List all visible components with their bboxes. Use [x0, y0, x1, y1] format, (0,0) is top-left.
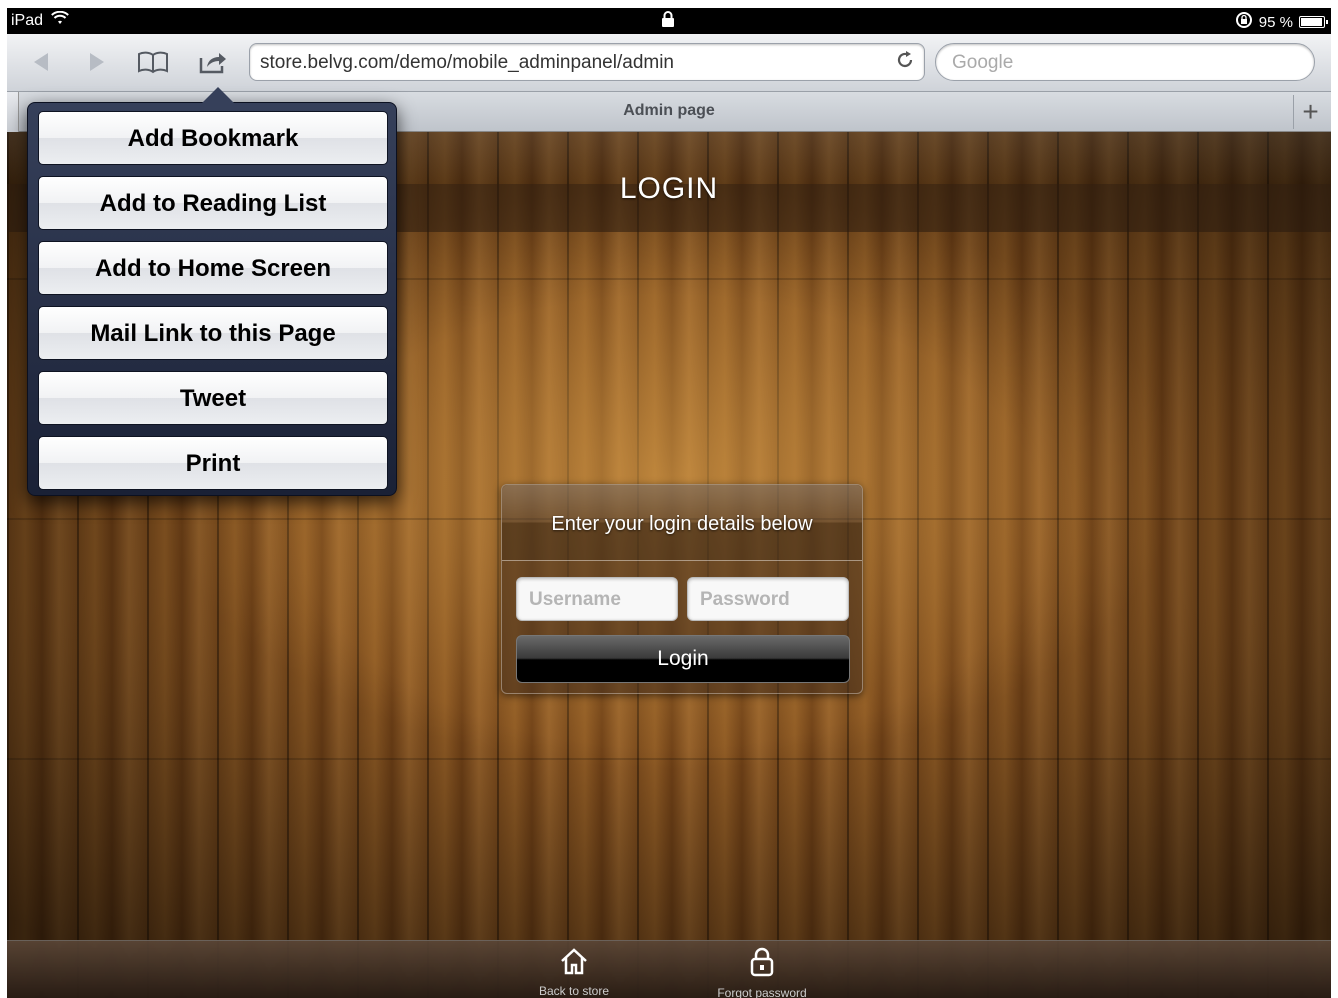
bottom-nav: Back to store Forgot password	[7, 940, 1331, 998]
url-text: store.belvg.com/demo/mobile_adminpanel/a…	[260, 52, 675, 73]
forgot-password-label: Forgot password	[717, 986, 807, 998]
share-icon[interactable]	[197, 46, 229, 78]
wifi-icon	[51, 10, 69, 30]
share-menu-popover: Add Bookmark Add to Reading List Add to …	[27, 87, 397, 496]
search-placeholder: Google	[952, 52, 1014, 73]
battery-icon	[1299, 16, 1328, 28]
username-input[interactable]: Username	[516, 577, 678, 621]
tweet-button[interactable]: Tweet	[38, 371, 388, 425]
mail-link-button[interactable]: Mail Link to this Page	[38, 306, 388, 360]
url-bar[interactable]: store.belvg.com/demo/mobile_adminpanel/a…	[249, 43, 925, 81]
battery-percent: 95 %	[1258, 13, 1293, 31]
rotation-lock-icon	[1235, 11, 1253, 33]
ipad-screen: iPad 95 % store.belvg.com/demo/mobile_ad…	[7, 8, 1331, 998]
forgot-password-button[interactable]: Forgot password	[707, 947, 817, 998]
back-to-store-label: Back to store	[538, 984, 610, 998]
popover-arrow	[200, 87, 236, 105]
status-bar: iPad 95 %	[7, 8, 1331, 34]
search-field[interactable]: Google	[935, 43, 1315, 81]
reload-icon[interactable]	[894, 49, 916, 77]
password-placeholder: Password	[700, 589, 790, 610]
username-placeholder: Username	[529, 589, 621, 610]
device-label: iPad	[11, 11, 44, 29]
add-to-home-screen-button[interactable]: Add to Home Screen	[38, 241, 388, 295]
print-button[interactable]: Print	[38, 436, 388, 490]
lock-icon	[707, 947, 817, 984]
add-bookmark-button[interactable]: Add Bookmark	[38, 111, 388, 165]
battery-fill	[1301, 18, 1322, 26]
password-input[interactable]: Password	[687, 577, 849, 621]
login-button[interactable]: Login	[516, 635, 850, 683]
book-icon[interactable]	[137, 46, 169, 78]
login-box: Enter your login details below Username …	[501, 484, 863, 694]
home-icon	[519, 947, 629, 982]
back-arrow-icon[interactable]	[25, 46, 57, 78]
login-prompt: Enter your login details below	[551, 513, 813, 535]
forward-arrow-icon[interactable]	[81, 46, 113, 78]
new-tab-plus-icon[interactable]: +	[1293, 95, 1327, 129]
browser-toolbar: store.belvg.com/demo/mobile_adminpanel/a…	[7, 34, 1331, 92]
back-to-store-button[interactable]: Back to store	[519, 947, 629, 998]
add-to-reading-list-button[interactable]: Add to Reading List	[38, 176, 388, 230]
lock-status-icon	[661, 11, 675, 32]
